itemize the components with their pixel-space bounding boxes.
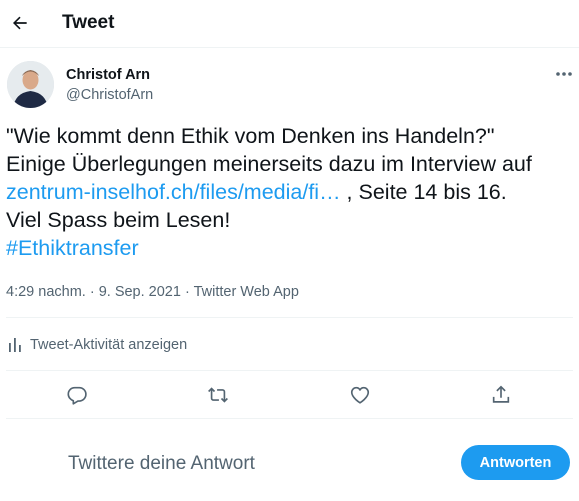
- divider: [6, 370, 573, 371]
- reply-submit-button[interactable]: Antworten: [461, 445, 570, 480]
- tweet-actions: [0, 380, 579, 410]
- like-icon: [350, 386, 370, 404]
- tweet-time[interactable]: 4:29 nachm.: [6, 284, 86, 300]
- back-button[interactable]: [4, 7, 36, 39]
- tweet-activity-link[interactable]: Tweet-Aktivität anzeigen: [8, 335, 187, 355]
- avatar[interactable]: [7, 61, 54, 108]
- author-handle[interactable]: @ChristofArn: [66, 86, 153, 104]
- page-title: Tweet: [62, 12, 115, 33]
- divider: [6, 418, 573, 419]
- header: Tweet: [0, 0, 579, 48]
- tweet-text: "Wie kommt denn Ethik vom Denken ins Han…: [6, 122, 574, 262]
- tweet-link[interactable]: zentrum-inselhof.ch/files/media/fi…: [6, 180, 341, 204]
- reply-input[interactable]: Twittere deine Antwort: [68, 453, 255, 475]
- more-horizontal-icon: [556, 72, 572, 76]
- hashtag-link[interactable]: #Ethiktransfer: [6, 236, 139, 260]
- arrow-left-icon: [13, 16, 27, 30]
- meta-separator: ·: [180, 284, 194, 300]
- retweet-button[interactable]: [203, 380, 233, 410]
- tweet-line: "Wie kommt denn Ethik vom Denken ins Han…: [6, 124, 495, 148]
- tweet-line: Viel Spass beim Lesen!: [6, 208, 231, 232]
- divider: [6, 317, 573, 318]
- author-name[interactable]: Christof Arn: [66, 66, 150, 84]
- tweet-meta: 4:29 nachm. · 9. Sep. 2021 · Twitter Web…: [6, 283, 299, 301]
- reply-icon: [67, 386, 87, 405]
- profile-photo: [7, 61, 54, 108]
- bar-chart-icon: [8, 337, 22, 353]
- like-button[interactable]: [345, 380, 375, 410]
- tweet-line: , Seite 14 bis 16.: [340, 180, 507, 204]
- retweet-icon: [208, 387, 228, 403]
- more-options-button[interactable]: [551, 64, 577, 84]
- reply-button[interactable]: [62, 380, 92, 410]
- meta-separator: ·: [85, 284, 99, 300]
- tweet-date[interactable]: 9. Sep. 2021: [99, 284, 181, 300]
- tweet-source[interactable]: Twitter Web App: [194, 284, 299, 300]
- share-icon: [492, 385, 510, 403]
- share-button[interactable]: [486, 380, 516, 410]
- tweet-line: Einige Überlegungen meinerseits dazu im …: [6, 152, 532, 176]
- activity-label: Tweet-Aktivität anzeigen: [30, 337, 188, 353]
